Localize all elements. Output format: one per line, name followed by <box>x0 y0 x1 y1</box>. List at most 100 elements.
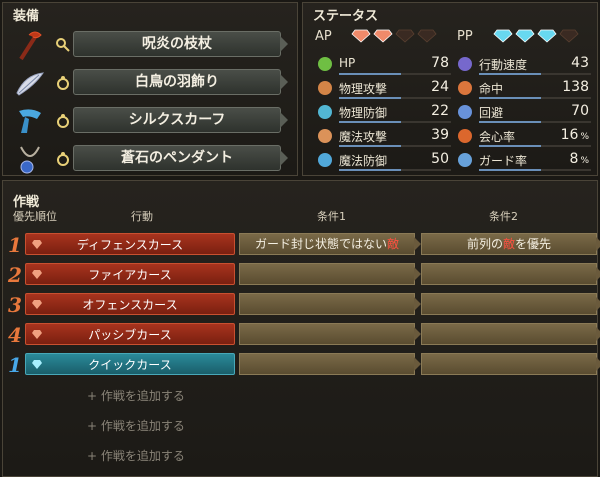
condition2-button[interactable] <box>421 263 600 285</box>
stat-value: 16% <box>560 127 589 143</box>
stat-bar <box>339 73 451 75</box>
stat-right-0: 行動速度 43 <box>455 53 595 75</box>
condition2-button[interactable]: 前列の敵を優先 <box>421 233 600 255</box>
stat-left-4: 魔法防御 50 <box>315 149 455 171</box>
condition2-header: 条件2 <box>489 210 518 223</box>
stat-value: 22 <box>431 103 449 119</box>
pp-gem-icon <box>559 29 579 43</box>
stat-bar <box>339 121 451 123</box>
tactic-row[interactable]: 1 ディフェンスカース ガード封じ状態ではない敵 前列の敵を優先 <box>3 233 600 257</box>
stat-value: 24 <box>431 79 449 95</box>
ring-slot-icon <box>57 152 69 166</box>
equip-accessory-2-button[interactable]: シルクスカーフ <box>73 107 288 133</box>
gem-icon <box>32 270 42 279</box>
stat-bar <box>479 73 591 75</box>
stat-left-0: HP 78 <box>315 53 455 75</box>
stat-value: 8% <box>569 151 589 167</box>
equip-weapon-button[interactable]: 呪炎の枝杖 <box>73 31 288 57</box>
tactic-row[interactable]: 3 オフェンスカース <box>3 293 600 317</box>
stat-name: HP <box>339 56 356 70</box>
ring-slot-icon <box>57 114 69 128</box>
enemy-keyword: 敵 <box>502 237 515 251</box>
stat-unit: % <box>580 156 589 166</box>
stat-name: 物理防御 <box>339 106 388 120</box>
stat-bar <box>479 145 591 147</box>
stat-right-1: 命中 138 <box>455 77 595 99</box>
equip-row-accessory-3[interactable]: 蒼石のペンダント <box>9 141 291 177</box>
priority-number: 2 <box>8 263 22 287</box>
add-tactic-button[interactable]: + 作戦を追加する <box>87 387 185 404</box>
ap-row: AP <box>315 25 455 49</box>
condition1-button[interactable] <box>239 263 421 285</box>
stat-name: 回避 <box>479 106 504 120</box>
equip-accessory-1-button[interactable]: 白鳥の羽飾り <box>73 69 288 95</box>
stat-unit: % <box>580 132 589 142</box>
tactics-panel: 作戦 優先順位 行動 条件1 条件2 1 ディフェンスカース ガード封じ状態ではない… <box>2 180 600 477</box>
sword-icon <box>318 81 332 95</box>
add-tactic-button[interactable]: + 作戦を追加する <box>87 417 185 434</box>
stat-name: ガード率 <box>479 154 528 168</box>
condition1-button[interactable] <box>239 293 421 315</box>
tactic-action-button[interactable]: パッシブカース <box>25 323 235 345</box>
heart-icon <box>318 57 332 71</box>
pp-gem-icon <box>515 29 535 43</box>
stat-bar <box>479 97 591 99</box>
tactic-action-button[interactable]: クイックカース <box>25 353 235 375</box>
equipment-panel: 装備 呪炎の枝杖 白鳥の羽飾り シルクスカーフ 蒼石のペンダント <box>2 2 298 176</box>
action-header: 行動 <box>131 210 153 223</box>
stat-name: 行動速度 <box>479 58 528 72</box>
condition1-header: 条件1 <box>317 210 346 223</box>
feather-icon <box>16 72 45 96</box>
stat-bar <box>479 121 591 123</box>
tactic-row[interactable]: 4 パッシブカース <box>3 323 600 347</box>
wand-icon <box>318 129 332 143</box>
enemy-keyword: 敵 <box>387 237 400 251</box>
add-tactic-button[interactable]: + 作戦を追加する <box>87 447 185 464</box>
equip-row-accessory-1[interactable]: 白鳥の羽飾り <box>9 65 291 101</box>
staff-slot-icon <box>56 38 70 52</box>
stat-right-2: 回避 70 <box>455 101 595 123</box>
pp-label: PP <box>457 29 473 44</box>
ap-gem-icon <box>395 29 415 43</box>
tactic-action-button[interactable]: ファイアカース <box>25 263 235 285</box>
condition2-button[interactable] <box>421 323 600 345</box>
priority-number: 3 <box>8 293 22 317</box>
gem-icon <box>32 330 42 339</box>
stat-name: 魔法攻撃 <box>339 130 388 144</box>
stat-name: 会心率 <box>479 130 516 144</box>
ap-gem-icon <box>351 29 371 43</box>
condition2-button[interactable] <box>421 293 600 315</box>
stat-bar <box>339 145 451 147</box>
stat-name: 物理攻撃 <box>339 82 388 96</box>
condition1-button[interactable]: ガード封じ状態ではない敵 <box>239 233 421 255</box>
stat-left-3: 魔法攻撃 39 <box>315 125 455 147</box>
ap-gems <box>351 29 439 47</box>
tactic-action-button[interactable]: ディフェンスカース <box>25 233 235 255</box>
tactic-action-label: ディフェンスカース <box>76 238 184 252</box>
stat-value: 39 <box>431 127 449 143</box>
condition2-button[interactable] <box>421 353 600 375</box>
equip-row-weapon[interactable]: 呪炎の枝杖 <box>9 27 291 63</box>
equip-row-accessory-2[interactable]: シルクスカーフ <box>9 103 291 139</box>
tactic-action-label: オフェンスカース <box>82 298 178 312</box>
condition1-button[interactable] <box>239 323 421 345</box>
tactic-action-button[interactable]: オフェンスカース <box>25 293 235 315</box>
pp-gem-icon <box>493 29 513 43</box>
tactic-action-label: クイックカース <box>88 358 172 372</box>
armor-icon <box>318 105 332 119</box>
stat-value: 43 <box>571 55 589 71</box>
stat-name: 魔法防御 <box>339 154 388 168</box>
guard-icon <box>458 153 472 167</box>
stat-value: 138 <box>562 79 589 95</box>
equipment-title: 装備 <box>13 9 40 24</box>
priority-number: 1 <box>8 353 22 377</box>
condition1-button[interactable] <box>239 353 421 375</box>
equip-accessory-3-button[interactable]: 蒼石のペンダント <box>73 145 288 171</box>
gem-icon <box>32 300 42 309</box>
pp-row: PP <box>457 25 597 49</box>
tactic-row[interactable]: 1 クイックカース <box>3 353 600 377</box>
speed-icon <box>458 57 472 71</box>
tactic-row[interactable]: 2 ファイアカース <box>3 263 600 287</box>
stat-bar <box>339 169 451 171</box>
magic-shield-icon <box>318 153 332 167</box>
